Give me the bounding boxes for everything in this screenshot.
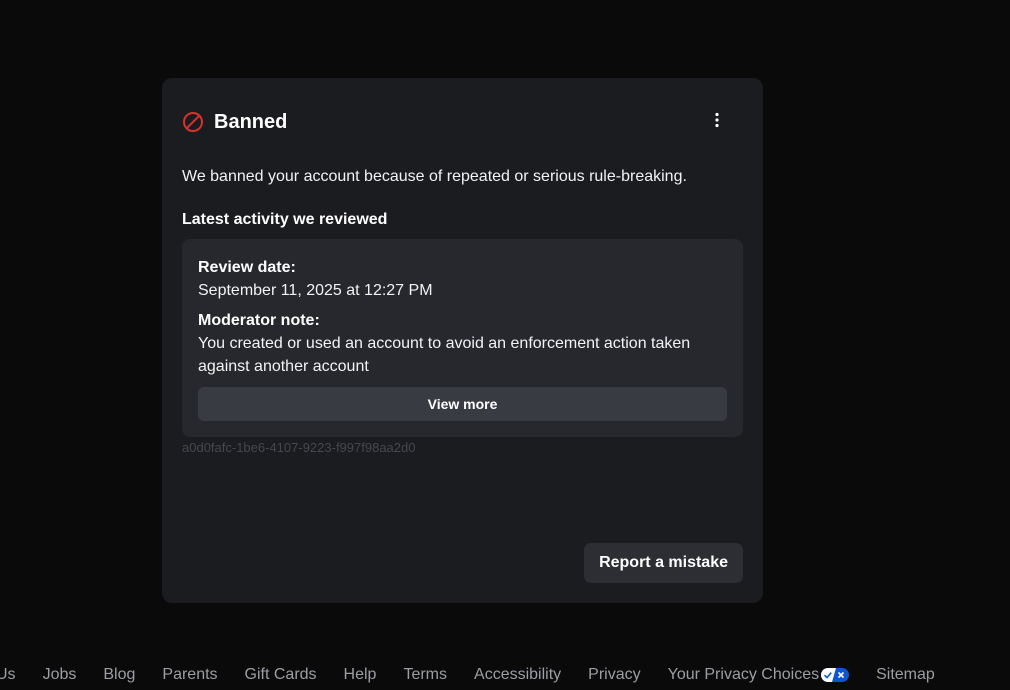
review-date-label: Review date:: [198, 259, 296, 276]
more-options-button[interactable]: [705, 110, 729, 134]
footer-link-terms[interactable]: Terms: [403, 666, 447, 684]
card-header: Banned: [182, 108, 743, 136]
more-vertical-icon: [714, 112, 720, 133]
section-heading: Latest activity we reviewed: [182, 211, 388, 228]
ban-description: We banned your account because of repeat…: [182, 168, 687, 185]
report-mistake-button[interactable]: Report a mistake: [584, 543, 743, 583]
view-more-button[interactable]: View more: [198, 387, 727, 421]
card-title: Banned: [214, 110, 288, 133]
review-date-value: September 11, 2025 at 12:27 PM: [198, 282, 433, 299]
footer-link-about-us[interactable]: Us: [0, 666, 16, 684]
moderator-note-line-1: You created or used an account to avoid …: [198, 335, 691, 352]
footer-link-privacy-choices[interactable]: Your Privacy Choices: [667, 666, 850, 684]
footer-link-privacy[interactable]: Privacy: [588, 666, 640, 684]
footer-links: Us Jobs Blog Parents Gift Cards Help Ter…: [0, 662, 962, 688]
page: Banned We banned your account because of…: [0, 0, 1010, 690]
footer-link-parents[interactable]: Parents: [162, 666, 217, 684]
footer-link-gift-cards[interactable]: Gift Cards: [245, 666, 317, 684]
moderator-note-line-2: against another account: [198, 358, 369, 375]
footer-link-blog[interactable]: Blog: [103, 666, 135, 684]
reference-id: a0d0fafc-1be6-4107-9223-f997f98aa2d0: [182, 440, 416, 455]
ban-icon: [182, 111, 204, 133]
footer-link-accessibility[interactable]: Accessibility: [474, 666, 561, 684]
privacy-toggle-icon: [821, 668, 850, 682]
ban-notice-card: Banned We banned your account because of…: [162, 78, 763, 603]
footer-link-sitemap[interactable]: Sitemap: [876, 666, 935, 684]
privacy-choices-label: Your Privacy Choices: [667, 666, 820, 683]
footer-link-help[interactable]: Help: [344, 666, 377, 684]
footer-link-jobs[interactable]: Jobs: [43, 666, 77, 684]
moderator-note-label: Moderator note:: [198, 312, 320, 329]
activity-panel: Review date: September 11, 2025 at 12:27…: [182, 239, 743, 437]
